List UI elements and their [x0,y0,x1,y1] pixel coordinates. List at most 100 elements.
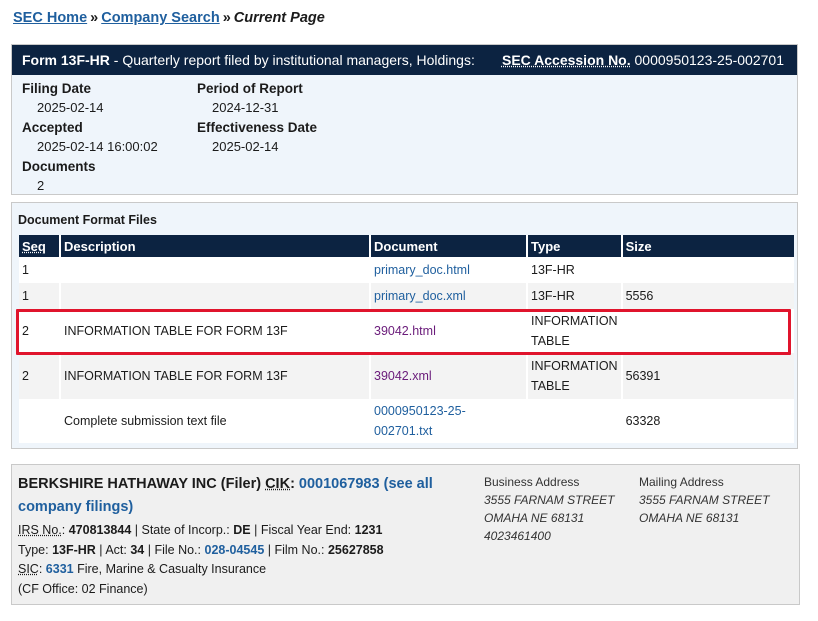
business-address-phone: 4023461400 [484,529,551,543]
filer-line-type: Type: 13F-HR | Act: 34 | File No.: 028-0… [18,543,384,557]
mailing-address-street: 3555 FARNAM STREET [639,493,770,507]
form-header-bar: Form 13F-HR - Quarterly report filed by … [12,45,797,75]
column-header-document: Document [370,235,528,257]
accepted-label: Accepted [22,120,83,135]
column-header-seq: Seq [19,235,61,257]
cell-description: INFORMATION TABLE FOR FORM 13F [60,309,371,353]
accession-info: SEC Accession No. 0000950123-25-002701 [502,52,784,68]
accession-number: 0000950123-25-002701 [634,52,784,68]
table-row: Complete submission text file 0000950123… [19,399,794,443]
cell-seq [19,399,61,443]
cell-seq: 2 [19,309,61,353]
cell-description [60,257,371,283]
cell-document: 0000950123-25-002701.txt [370,399,528,443]
cell-size: 63328 [621,399,794,443]
cell-type: INFORMATION TABLE [527,309,623,353]
sic-code-link[interactable]: 6331 [46,562,74,576]
state-label: State of Incorp. [141,523,227,537]
business-address-street: 3555 FARNAM STREET [484,493,615,507]
info-column-left: Filing Date 2025-02-14 Accepted 2025-02-… [22,79,192,196]
filing-date-value: 2025-02-14 [37,100,104,115]
accepted-value: 2025-02-14 16:00:02 [37,139,158,154]
act-label: Act [105,543,124,557]
cell-type [527,399,623,443]
cell-type: 13F-HR [527,283,623,309]
document-format-files-title: Document Format Files [18,213,157,227]
breadcrumb-company-search-link[interactable]: Company Search [101,10,219,26]
cell-size: 56391 [621,353,794,399]
info-column-right: Period of Report 2024-12-31 Effectivenes… [197,79,367,157]
document-link[interactable]: primary_doc.html [374,263,470,277]
documents-label: Documents [22,159,96,174]
cell-type: 13F-HR [527,257,623,283]
cell-document: 39042.html [370,309,528,353]
document-link[interactable]: 39042.html [374,324,436,338]
sic-description: Fire, Marine & Casualty Insurance [77,562,267,576]
cell-description: INFORMATION TABLE FOR FORM 13F [60,353,371,399]
film-label: Film No. [274,543,322,557]
film-value: 25627858 [327,543,384,557]
business-address-city: OMAHA NE 68131 [484,511,585,525]
irs-value: 470813844 [68,523,132,537]
mailing-address-title: Mailing Address [639,475,724,489]
table-row: 2 INFORMATION TABLE FOR FORM 13F 39042.h… [19,309,794,353]
period-value: 2024-12-31 [212,100,279,115]
documents-value: 2 [37,178,45,193]
cik-link[interactable]: 0001067983 [299,476,380,492]
mailing-address: Mailing Address 3555 FARNAM STREET OMAHA… [639,473,769,527]
act-value: 34 [130,543,145,557]
state-value: DE [233,523,251,537]
filer-name-block: BERKSHIRE HATHAWAY INC (Filer) CIK: 0001… [18,476,433,515]
period-label: Period of Report [197,81,303,96]
file-number-link[interactable]: 028-04545 [205,543,265,557]
document-link[interactable]: 0000950123-25-002701.txt [374,404,466,438]
document-files-table: Seq Description Document Type Size 1 pri… [19,235,794,443]
cell-seq: 1 [19,283,61,309]
cell-document: primary_doc.xml [370,283,528,309]
breadcrumb-sec-home-link[interactable]: SEC Home [13,10,87,26]
cell-description: Complete submission text file [60,399,371,443]
table-row: 1 primary_doc.html 13F-HR [19,257,794,283]
cell-type: INFORMATION TABLE [527,353,623,399]
filer-line-office: (CF Office: 02 Finance) [18,582,148,596]
breadcrumb: SEC Home» Company Search» Current Page [13,10,325,26]
filer-info-panel: BERKSHIRE HATHAWAY INC (Filer) CIK: 0001… [11,464,800,605]
cell-size [621,309,794,353]
cell-seq: 1 [19,257,61,283]
irs-label: IRS No. [18,523,62,537]
file-label: File No. [154,543,198,557]
breadcrumb-current-page: Current Page [233,10,325,26]
column-header-type: Type [527,235,623,257]
table-header-row: Seq Description Document Type Size [19,235,794,257]
cf-office: (CF Office: 02 Finance) [18,582,148,596]
cell-size: 5556 [621,283,794,309]
fye-value: 1231 [354,523,383,537]
form-description: - Quarterly report filed by institutiona… [109,52,475,68]
accession-label: SEC Accession No. [501,52,631,68]
cell-seq: 2 [19,353,61,399]
filer-line-sic: SIC: 6331 Fire, Marine & Casualty Insura… [18,562,267,576]
column-header-description: Description [60,235,371,257]
form-info-panel: Form 13F-HR - Quarterly report filed by … [11,44,798,195]
column-header-size: Size [621,235,794,257]
table-row: 1 primary_doc.xml 13F-HR 5556 [19,283,794,309]
filing-date-label: Filing Date [22,81,92,96]
cell-size [621,257,794,283]
fye-label: Fiscal Year End [260,523,348,537]
filer-name: BERKSHIRE HATHAWAY INC (Filer) [18,476,262,492]
cell-document: 39042.xml [370,353,528,399]
document-link[interactable]: 39042.xml [374,369,432,383]
type-label: Type [18,543,46,557]
form-type: Form 13F-HR [22,52,110,68]
table-row: 2 INFORMATION TABLE FOR FORM 13F 39042.x… [19,353,794,399]
mailing-address-city: OMAHA NE 68131 [639,511,740,525]
cell-document: primary_doc.html [370,257,528,283]
breadcrumb-separator: » [90,10,99,26]
type-value: 13F-HR [52,543,96,557]
effectiveness-label: Effectiveness Date [197,120,318,135]
form-title: Form 13F-HR - Quarterly report filed by … [22,52,475,68]
document-link[interactable]: primary_doc.xml [374,289,466,303]
cik-label: CIK [265,476,291,492]
filer-line-irs: IRS No.: 470813844 | State of Incorp.: D… [18,523,383,537]
business-address: Business Address 3555 FARNAM STREET OMAH… [484,473,614,545]
